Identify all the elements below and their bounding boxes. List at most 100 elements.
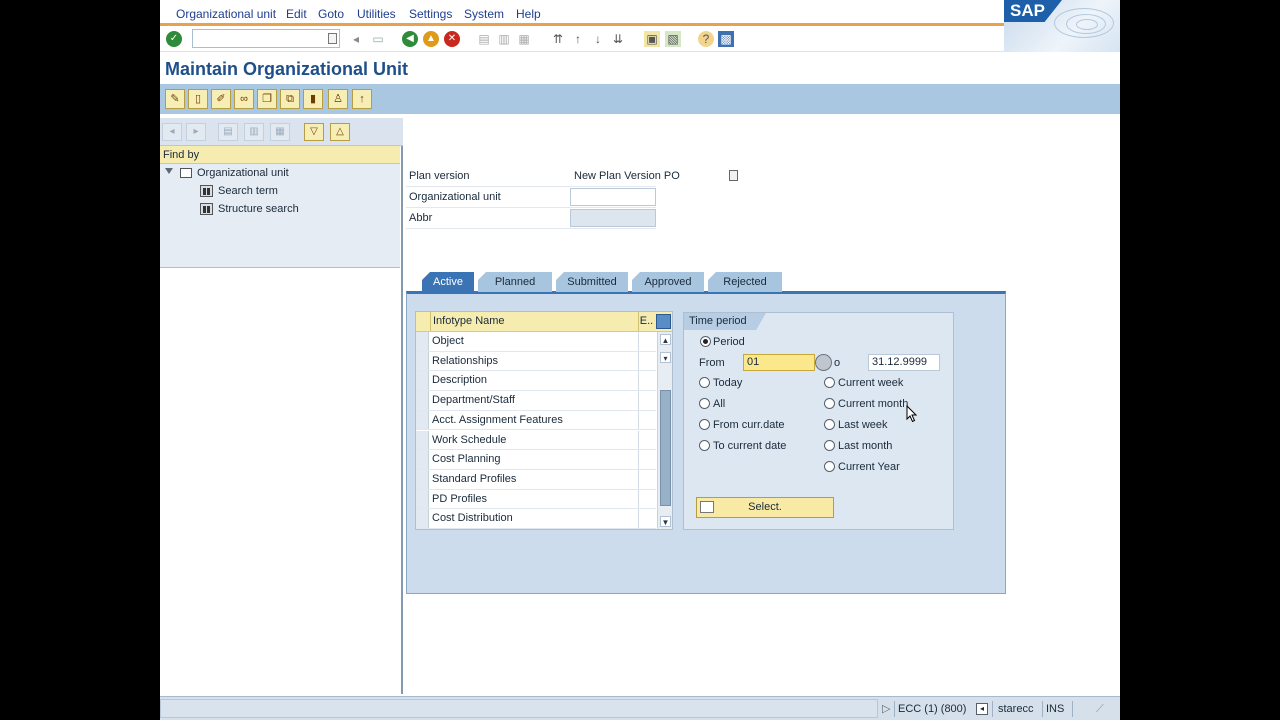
table-scrollbar[interactable]: ▲ ▾ ▼ bbox=[657, 332, 672, 529]
save-icon[interactable]: ▭ bbox=[370, 31, 386, 47]
from-date-input[interactable]: 01 bbox=[743, 354, 815, 371]
move-up-icon[interactable]: ↑ bbox=[352, 89, 372, 109]
nav-tool3-icon[interactable]: ▦ bbox=[270, 123, 290, 141]
layout-menu-icon[interactable]: ▩ bbox=[718, 31, 734, 47]
current-week-radio[interactable] bbox=[824, 377, 835, 388]
resize-grip-icon[interactable]: ⟋ bbox=[1096, 697, 1104, 720]
row-selector[interactable] bbox=[416, 509, 429, 528]
status-expand-icon[interactable]: ▷ bbox=[882, 697, 890, 720]
row-selector[interactable] bbox=[416, 351, 429, 371]
current-year-radio[interactable] bbox=[824, 461, 835, 472]
table-row[interactable]: Cost Distribution bbox=[416, 509, 656, 529]
from-curr-date-radio[interactable] bbox=[699, 419, 710, 430]
menu-help[interactable]: Help bbox=[516, 7, 541, 21]
abbr-input[interactable] bbox=[570, 209, 656, 227]
previous-page-icon[interactable]: ↑ bbox=[570, 31, 586, 47]
back-arrow-icon[interactable]: ◂ bbox=[348, 31, 364, 47]
first-page-icon[interactable]: ⇈ bbox=[550, 31, 566, 47]
tree-expand-icon[interactable] bbox=[165, 168, 173, 174]
infotype-cell[interactable]: Standard Profiles bbox=[430, 470, 638, 489]
print-icon[interactable]: ▤ bbox=[476, 31, 492, 47]
tab-submitted[interactable]: Submitted bbox=[556, 272, 628, 292]
scroll-page-up-icon[interactable]: ▾ bbox=[660, 352, 671, 363]
table-row[interactable]: Standard Profiles bbox=[416, 469, 656, 490]
enter-check-icon[interactable]: ✓ bbox=[166, 31, 182, 47]
scroll-thumb[interactable] bbox=[660, 390, 671, 506]
table-settings-icon[interactable] bbox=[656, 314, 671, 329]
row-selector[interactable] bbox=[416, 450, 429, 469]
calendar-help-icon[interactable] bbox=[815, 354, 832, 371]
scroll-up-icon[interactable]: ▲ bbox=[660, 334, 671, 345]
tree-node-organizational-unit[interactable]: Organizational unit bbox=[180, 165, 289, 181]
table-row[interactable]: Object bbox=[416, 332, 656, 352]
infotype-exists-column[interactable]: E.. bbox=[638, 312, 654, 331]
select-button[interactable]: Select. bbox=[696, 497, 834, 518]
infotype-cell[interactable]: Department/Staff bbox=[430, 391, 638, 410]
wand-icon[interactable]: ✎ bbox=[165, 89, 185, 109]
to-current-date-radio[interactable] bbox=[699, 440, 710, 451]
menu-utilities[interactable]: Utilities bbox=[357, 7, 396, 21]
find-icon[interactable]: ▥ bbox=[496, 31, 512, 47]
delete-trash-icon[interactable]: ▮ bbox=[303, 89, 323, 109]
period-radio[interactable] bbox=[700, 336, 711, 347]
table-row[interactable]: Cost Planning bbox=[416, 450, 656, 470]
change-pencil-icon[interactable]: ✐ bbox=[211, 89, 231, 109]
infotype-cell[interactable]: PD Profiles bbox=[430, 490, 638, 509]
row-selector[interactable] bbox=[416, 332, 429, 351]
last-page-icon[interactable]: ⇊ bbox=[610, 31, 626, 47]
row-selector[interactable] bbox=[416, 391, 429, 410]
infotype-cell[interactable]: Work Schedule bbox=[430, 431, 638, 450]
row-selector[interactable] bbox=[416, 371, 429, 391]
infotype-cell[interactable]: Acct. Assignment Features bbox=[430, 411, 638, 430]
menu-organizational-unit[interactable]: Organizational unit bbox=[176, 7, 276, 21]
copy-icon[interactable]: ❐ bbox=[257, 89, 277, 109]
infotype-cell[interactable]: Object bbox=[430, 332, 638, 351]
table-row[interactable]: PD Profiles bbox=[416, 489, 656, 510]
nav-back-icon[interactable]: ◂ bbox=[162, 123, 182, 141]
org-unit-input[interactable] bbox=[570, 188, 656, 206]
system-info-icon[interactable]: ◂ bbox=[976, 703, 988, 715]
collapse-all-icon[interactable]: △ bbox=[330, 123, 350, 141]
menu-goto[interactable]: Goto bbox=[318, 7, 344, 21]
help-icon[interactable]: ? bbox=[698, 31, 714, 47]
table-row[interactable]: Description bbox=[416, 371, 656, 392]
person-icon[interactable]: ♙ bbox=[328, 89, 348, 109]
menu-system[interactable]: System bbox=[464, 7, 504, 21]
back-icon[interactable]: ◀ bbox=[402, 31, 418, 47]
cancel-icon[interactable]: ✕ bbox=[444, 31, 460, 47]
table-row[interactable]: Acct. Assignment Features bbox=[416, 410, 656, 431]
row-selector[interactable] bbox=[416, 469, 429, 489]
table-row[interactable]: Department/Staff bbox=[416, 391, 656, 411]
tree-node-search-term[interactable]: Search term bbox=[200, 183, 278, 199]
row-selector[interactable] bbox=[416, 410, 429, 430]
infotype-cell[interactable]: Cost Distribution bbox=[430, 509, 638, 528]
find-next-icon[interactable]: ▦ bbox=[516, 31, 532, 47]
nav-tool1-icon[interactable]: ▤ bbox=[218, 123, 238, 141]
create-icon[interactable]: ▯ bbox=[188, 89, 208, 109]
exit-icon[interactable]: ▲ bbox=[423, 31, 439, 47]
infotype-name-column[interactable]: Infotype Name bbox=[430, 312, 638, 331]
plan-version-dropdown-icon[interactable] bbox=[729, 170, 738, 181]
next-page-icon[interactable]: ↓ bbox=[590, 31, 606, 47]
menu-settings[interactable]: Settings bbox=[409, 7, 452, 21]
shortcut-icon[interactable]: ▧ bbox=[665, 31, 681, 47]
tab-planned[interactable]: Planned bbox=[478, 272, 552, 292]
menu-edit[interactable]: Edit bbox=[286, 7, 307, 21]
table-row[interactable]: Relationships bbox=[416, 351, 656, 372]
expand-all-icon[interactable]: ▽ bbox=[304, 123, 324, 141]
scroll-down-icon[interactable]: ▼ bbox=[660, 516, 671, 527]
infotype-cell[interactable]: Description bbox=[430, 371, 638, 390]
row-selector[interactable] bbox=[416, 489, 429, 509]
plan-version-select[interactable]: New Plan Version PO bbox=[570, 167, 740, 185]
display-glasses-icon[interactable]: ∞ bbox=[234, 89, 254, 109]
to-date-input[interactable]: 31.12.9999 bbox=[868, 354, 940, 371]
infotype-cell[interactable]: Relationships bbox=[430, 352, 638, 371]
create-session-icon[interactable]: ▣ bbox=[644, 31, 660, 47]
nav-forward-icon[interactable]: ▸ bbox=[186, 123, 206, 141]
last-month-radio[interactable] bbox=[824, 440, 835, 451]
table-row[interactable]: Work Schedule bbox=[416, 430, 656, 451]
command-field[interactable] bbox=[192, 29, 340, 48]
tree-node-structure-search[interactable]: Structure search bbox=[200, 201, 299, 217]
current-month-radio[interactable] bbox=[824, 398, 835, 409]
today-radio[interactable] bbox=[699, 377, 710, 388]
